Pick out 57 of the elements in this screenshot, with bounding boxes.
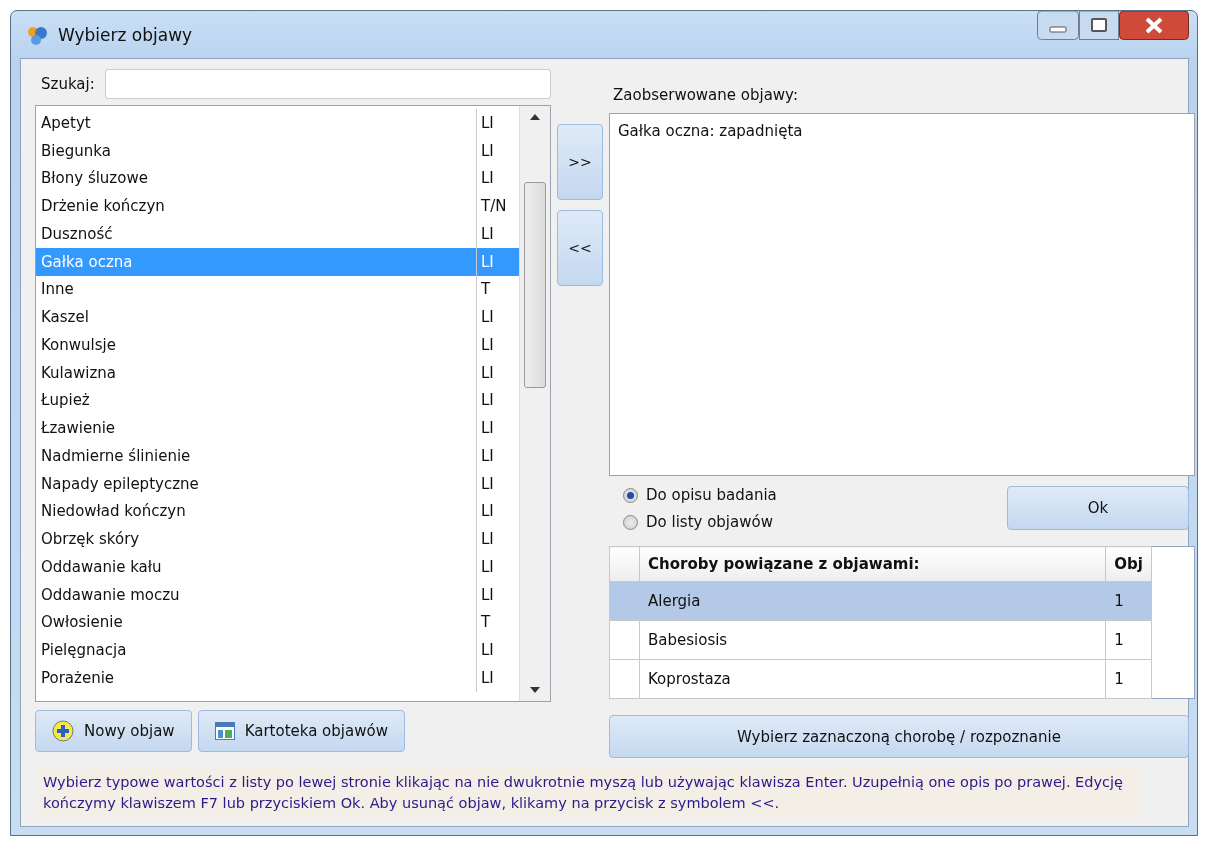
symptom-name: Owłosienie	[40, 613, 124, 632]
symptom-name: Błony śluzowe	[40, 169, 149, 188]
scroll-down-icon[interactable]	[530, 687, 540, 693]
help-text: Wybierz typowe wartości z listy po lewej stronie klikając na nie dwukrotnie myszą lub używając klawisza Enter. Uzupełnią one opis po prawej. Edycję kończymy klawiszem F7 lub przyciskiem Ok. Aby usunąć objaw, klikamy na przycisk z symbolem <<.	[37, 767, 1139, 818]
symptom-name: Konwulsje	[40, 335, 117, 354]
table-icon	[214, 722, 235, 740]
table-row[interactable]: Alergia 1	[609, 581, 1195, 621]
observed-field[interactable]: Gałka oczna: zapadnięta	[609, 113, 1195, 476]
table-row[interactable]: Babesiosis 1	[609, 620, 1195, 660]
symptom-name: Gałka oczna	[40, 252, 134, 271]
symptom-name: Obrzęk skóry	[40, 530, 141, 549]
table-cell: 1	[1105, 581, 1152, 621]
symptom-name: Biegunka	[40, 141, 112, 160]
remove-button[interactable]: <<	[557, 210, 603, 286]
table-row[interactable]: Koprostaza 1	[609, 659, 1195, 699]
symptom-name: Drżenie kończyn	[40, 197, 166, 216]
symptom-name: Apetyt	[40, 113, 92, 132]
close-icon[interactable]	[1119, 11, 1189, 40]
symptom-name: Łzawienie	[40, 419, 117, 438]
table-cell: 1	[1105, 659, 1152, 699]
scroll-thumb[interactable]	[524, 182, 546, 388]
scrollbar[interactable]	[519, 106, 550, 701]
new-symptom-button[interactable]: Nowy objaw	[35, 710, 192, 752]
column-header: Choroby powiązane z objawami:	[639, 546, 1106, 582]
ok-button[interactable]: Ok	[1007, 486, 1189, 530]
symptom-name: Duszność	[40, 224, 114, 243]
symptom-name: Kulawizna	[40, 363, 117, 382]
radio-button[interactable]	[623, 487, 638, 503]
column-header: Obj	[1105, 546, 1152, 582]
symptom-name: Kaszel	[40, 308, 90, 327]
symptom-name: Inne	[40, 280, 75, 299]
select-disease-button[interactable]: Wybierz zaznaczoną chorobę / rozpoznanie	[609, 715, 1189, 758]
symptom-name: Oddawanie kału	[40, 557, 163, 576]
table-cell: Alergia	[639, 581, 1106, 621]
radio-button[interactable]	[623, 514, 638, 530]
table-cell: Babesiosis	[639, 620, 1106, 660]
symptom-name: Pielęgnacja	[40, 641, 128, 660]
symptom-name: Nadmierne ślinienie	[40, 446, 192, 465]
table-cell: 1	[1105, 620, 1152, 660]
symptom-name: Napady epileptyczne	[40, 474, 200, 493]
catalog-button[interactable]: Kartoteka objawów	[197, 710, 405, 752]
search-label: Szukaj:	[41, 75, 95, 93]
table-cell: Koprostaza	[639, 659, 1106, 699]
minimize-icon[interactable]	[1037, 11, 1079, 40]
symptom-name: Niedowład kończyn	[40, 502, 187, 521]
symptom-name: Oddawanie moczu	[40, 585, 181, 604]
radio-label: Do opisu badania	[646, 486, 777, 504]
symptom-name: Porażenie	[40, 668, 116, 687]
radio-label: Do listy objawów	[646, 513, 773, 531]
observed-label: Zaobserwowane objawy:	[613, 86, 799, 104]
add-button[interactable]: >>	[557, 124, 603, 200]
symptom-name: Łupież	[40, 391, 91, 410]
maximize-icon[interactable]	[1079, 11, 1119, 40]
window-title: Wybierz objawy	[58, 24, 193, 45]
search-field[interactable]	[104, 69, 551, 99]
scroll-up-icon[interactable]	[530, 114, 540, 120]
plus-icon	[52, 720, 74, 742]
